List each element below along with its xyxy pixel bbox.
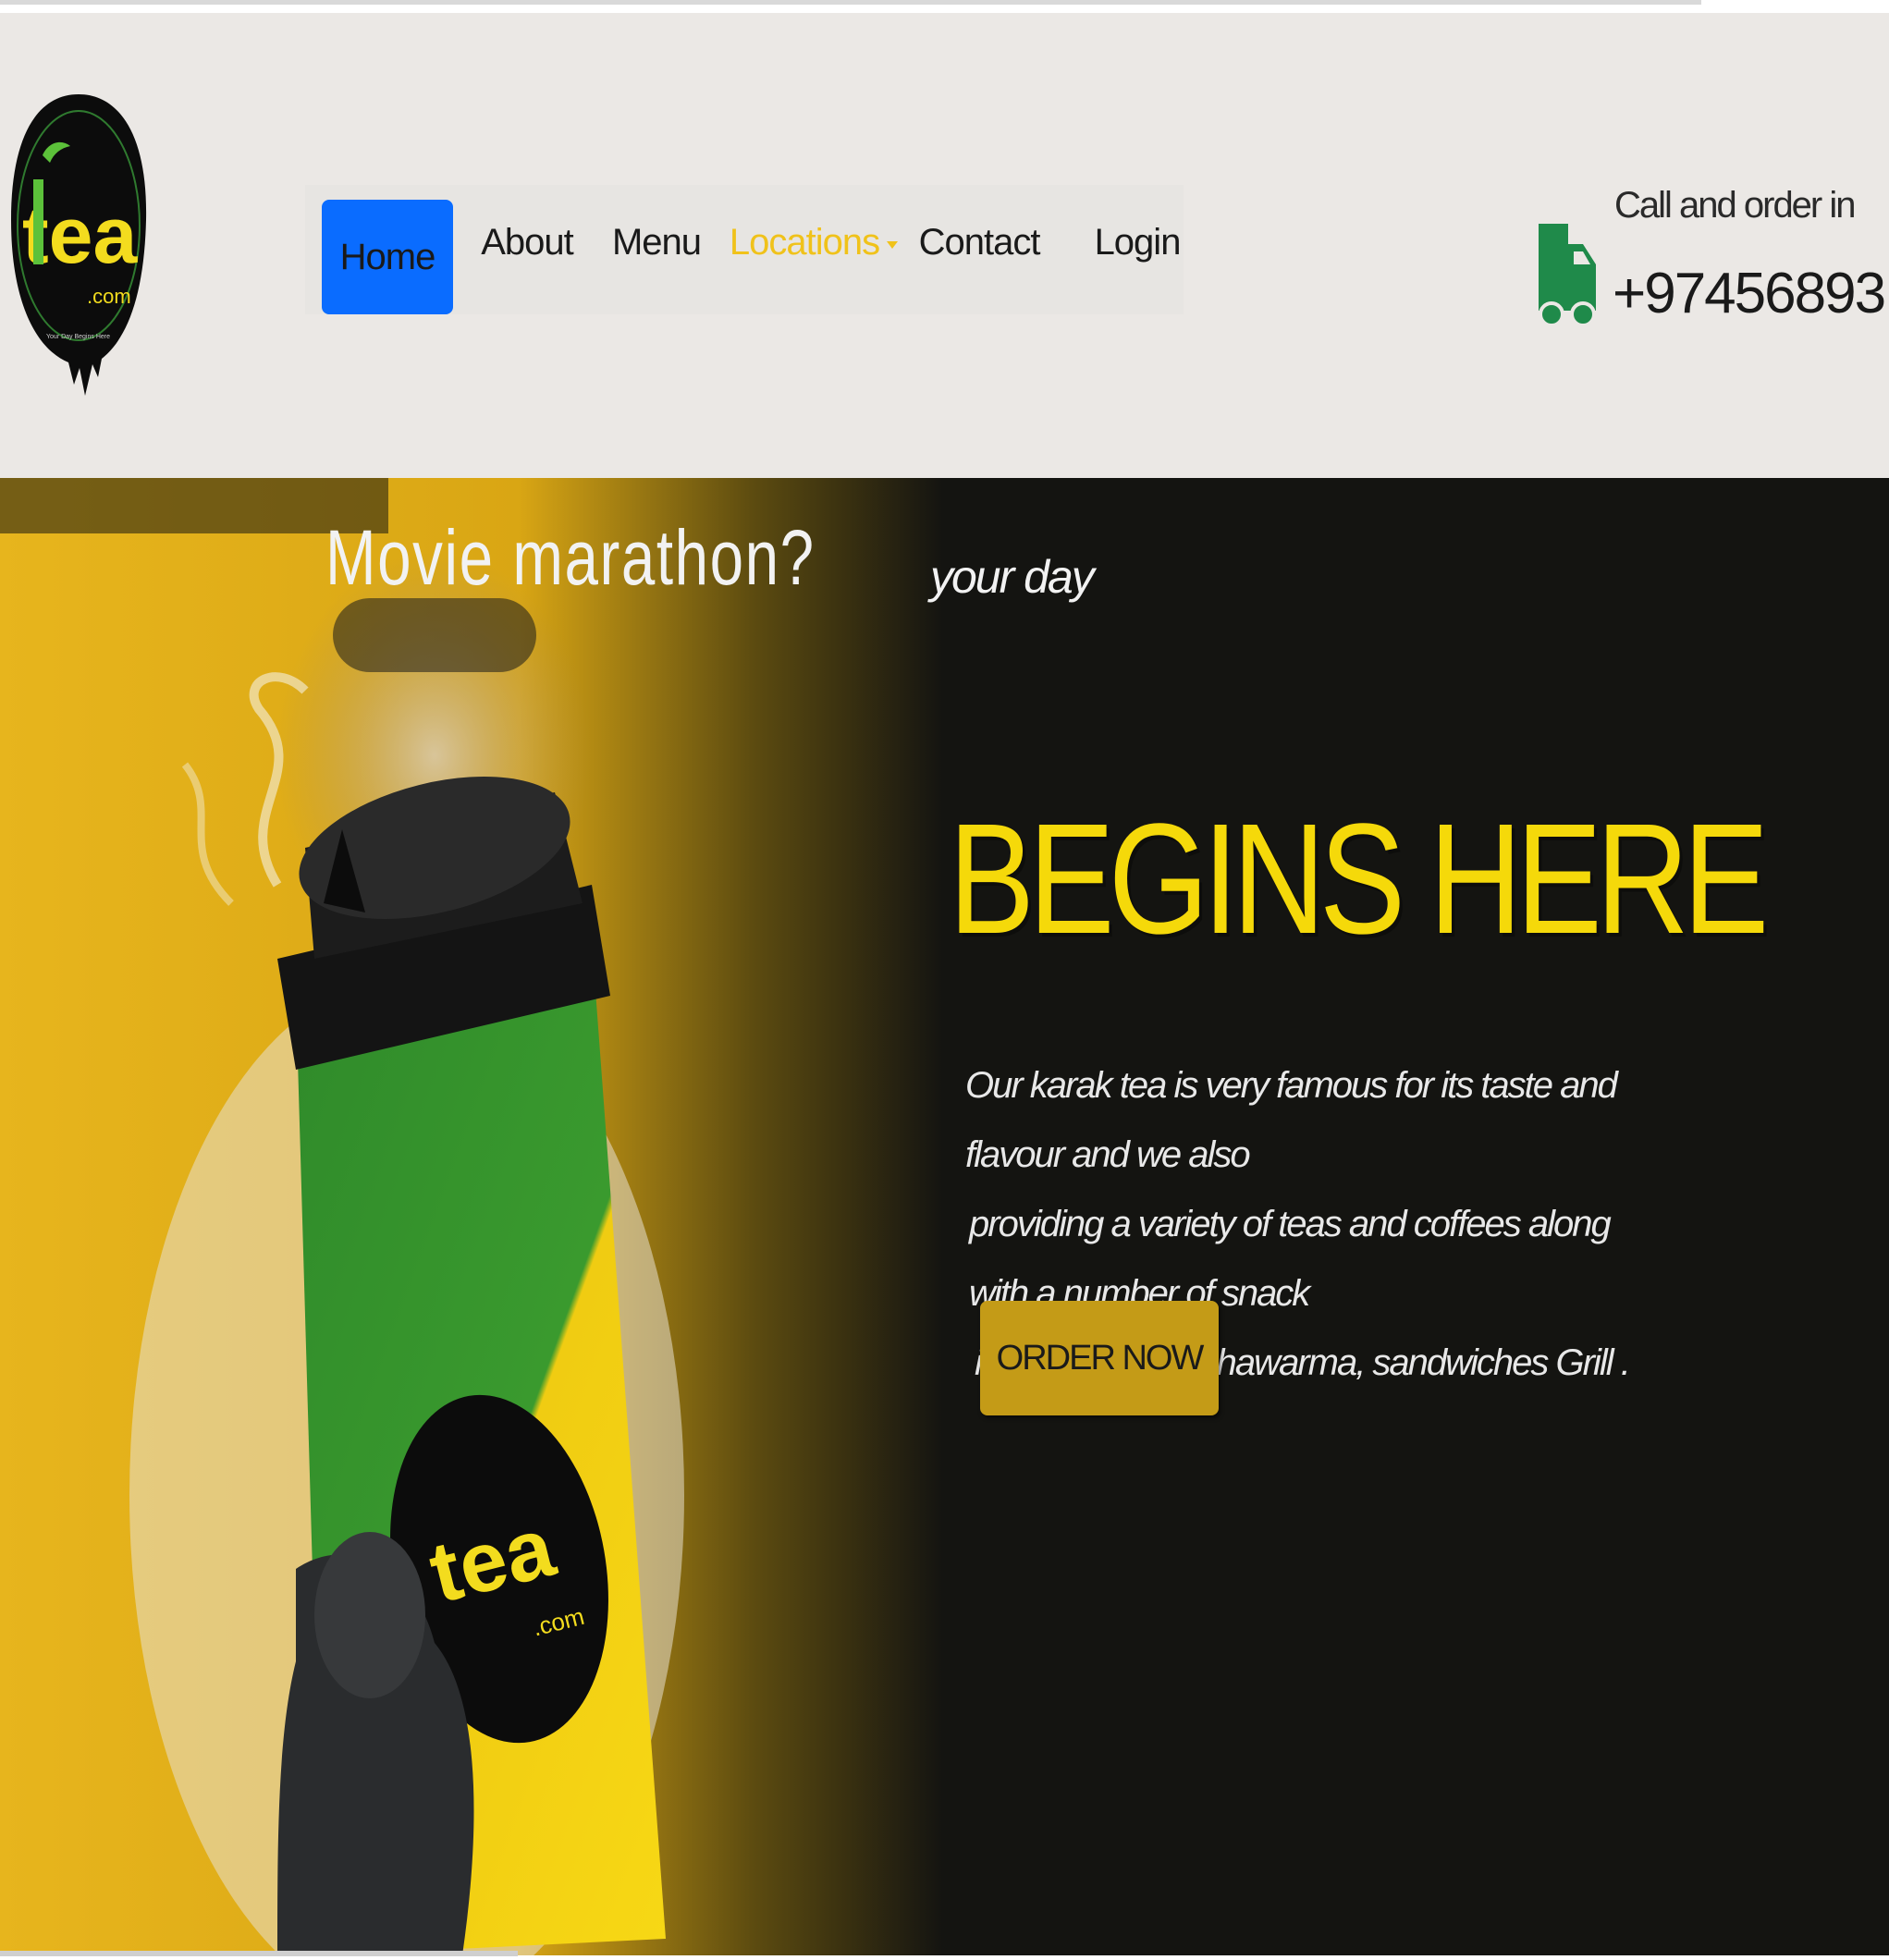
hero-image: tea .com (0, 478, 943, 1955)
nav-login[interactable]: Login (1095, 185, 1182, 300)
bottom-scroll-divider (0, 1951, 518, 1956)
nav-contact-label: Contact (918, 222, 1041, 263)
call-label: Call and order in (1614, 185, 1856, 226)
nav-locations-label: Locations (729, 222, 880, 263)
nav-login-label: Login (1094, 222, 1182, 263)
page: tea .com Your Day Begins Here Home About… (0, 0, 1889, 1960)
hero-section: tea .com Movie marathon? your day BEGINS… (0, 478, 1889, 1955)
browser-top-divider (0, 0, 1701, 5)
hero-title: Movie marathon? (325, 514, 816, 601)
site-header: tea .com Your Day Begins Here Home About… (0, 13, 1889, 478)
nav-menu-label: Menu (611, 222, 702, 263)
nav-contact[interactable]: Contact (919, 185, 1041, 300)
order-now-button[interactable]: ORDER NOW (980, 1301, 1219, 1415)
nav-about-label: About (481, 222, 574, 263)
chevron-down-icon (887, 240, 899, 249)
logo-tagline: Your Day Begins Here (46, 334, 110, 340)
nav-menu[interactable]: Menu (610, 185, 703, 300)
brand-logo[interactable]: tea .com Your Day Begins Here (9, 91, 148, 405)
nav-home-label: Home (339, 236, 436, 277)
nav-about[interactable]: About (481, 185, 574, 300)
main-nav: Home About Menu Locations Contact Login (305, 185, 1184, 314)
hero-headline: BEGINS HERE (949, 791, 1769, 967)
hero-description-line: Our karak tea is very famous for its tas… (965, 1065, 1618, 1175)
logo-suffix: .com (87, 285, 131, 308)
nav-home[interactable]: Home (322, 200, 453, 314)
truck-icon (1539, 224, 1596, 327)
call-to-order[interactable]: Call and order in +97456893 (1531, 176, 1886, 361)
call-phone[interactable]: +97456893 (1613, 261, 1886, 326)
nav-locations[interactable]: Locations (730, 185, 899, 300)
hero-kicker: your day (930, 551, 1095, 603)
